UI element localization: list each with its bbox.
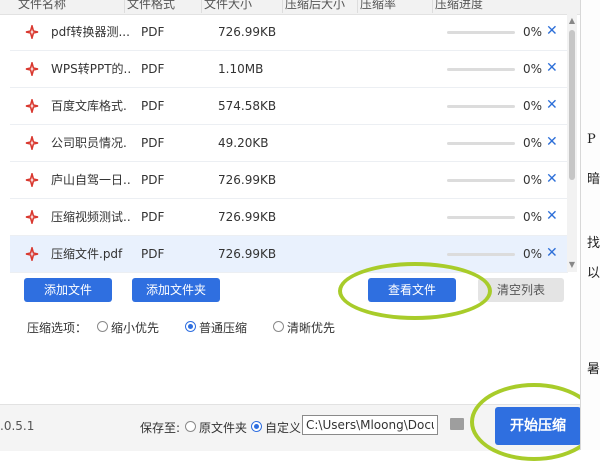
- file-name: 压缩文件.pdf: [51, 247, 123, 261]
- column-compression-progress[interactable]: 压缩进度: [432, 0, 483, 13]
- pdf-icon: [25, 25, 39, 39]
- pdf-icon: [25, 210, 39, 224]
- progress-bar: [447, 216, 515, 219]
- original-folder-label[interactable]: 原文件夹: [199, 419, 247, 436]
- remove-file-close-icon[interactable]: ✕: [546, 134, 558, 150]
- table-row[interactable]: 公司职员情况. PDF 49.20KB 0% ✕: [10, 125, 568, 162]
- doc-text: P: [587, 132, 596, 147]
- file-size: 726.99KB: [218, 247, 277, 261]
- doc-text: 以: [587, 266, 600, 281]
- save-path-input[interactable]: [302, 415, 438, 435]
- progress-bar: [447, 142, 515, 145]
- file-format: PDF: [141, 247, 165, 261]
- progress-percent: 0%: [522, 62, 542, 76]
- file-name: 百度文库格式.: [51, 99, 127, 113]
- progress-bar: [447, 105, 515, 108]
- file-name: 庐山自驾一日...: [51, 173, 131, 187]
- footer-bar: .0.5.1 保存至: 原文件夹 自定义 开始压缩: [0, 404, 581, 451]
- folder-icon[interactable]: [450, 418, 464, 430]
- options-label: 压缩选项：: [27, 321, 88, 335]
- pdf-icon: [25, 136, 39, 150]
- view-file-button[interactable]: 查看文件: [368, 278, 456, 302]
- table-row-selected[interactable]: 压缩文件.pdf PDF 726.99KB 0% ✕: [10, 236, 568, 273]
- file-format: PDF: [141, 25, 165, 39]
- progress-bar: [447, 253, 515, 256]
- doc-text: 暗: [587, 172, 600, 187]
- progress-bar: [447, 68, 515, 71]
- progress-percent: 0%: [522, 136, 542, 150]
- background-document: P 暗 找 以 暑: [580, 0, 600, 450]
- table-row[interactable]: 百度文库格式. PDF 574.58KB 0% ✕: [10, 88, 568, 125]
- pdf-icon: [25, 62, 39, 76]
- remove-file-close-icon[interactable]: ✕: [546, 60, 558, 76]
- radio-smaller-first[interactable]: [97, 321, 108, 332]
- progress-percent: 0%: [522, 173, 542, 187]
- file-format: PDF: [141, 62, 165, 76]
- table-row[interactable]: 压缩视频测试... PDF 726.99KB 0% ✕: [10, 199, 568, 236]
- pdf-compressor-window: 文件名称 文件格式 文件大小 压缩后大小 压缩率 压缩进度 pdf转换器测...…: [0, 0, 598, 461]
- file-size: 726.99KB: [218, 25, 277, 39]
- remove-file-close-icon[interactable]: ✕: [546, 245, 558, 261]
- pdf-icon: [25, 99, 39, 113]
- file-format: PDF: [141, 99, 165, 113]
- option-label[interactable]: 缩小优先: [111, 319, 159, 336]
- progress-percent: 0%: [522, 247, 542, 261]
- column-file-format[interactable]: 文件格式: [124, 0, 175, 13]
- remove-file-close-icon[interactable]: ✕: [546, 208, 558, 224]
- pdf-icon: [25, 247, 39, 261]
- radio-custom-folder[interactable]: [251, 421, 262, 432]
- column-file-name[interactable]: 文件名称: [16, 0, 66, 13]
- start-compress-button[interactable]: 开始压缩: [495, 407, 581, 445]
- progress-bar: [447, 31, 515, 34]
- table-row[interactable]: 庐山自驾一日... PDF 726.99KB 0% ✕: [10, 162, 568, 199]
- progress-percent: 0%: [522, 210, 542, 224]
- file-name: pdf转换器测...: [51, 25, 130, 39]
- progress-percent: 0%: [522, 25, 542, 39]
- radio-original-folder[interactable]: [185, 421, 196, 432]
- file-size: 1.10MB: [218, 62, 264, 76]
- radio-normal[interactable]: [185, 321, 196, 332]
- scrollbar-thumb[interactable]: [569, 30, 575, 180]
- progress-bar: [447, 179, 515, 182]
- radio-clarity-first[interactable]: [273, 321, 284, 332]
- progress-percent: 0%: [522, 99, 542, 113]
- add-file-button[interactable]: 添加文件: [24, 278, 112, 302]
- file-format: PDF: [141, 136, 165, 150]
- remove-file-close-icon[interactable]: ✕: [546, 97, 558, 113]
- custom-folder-label[interactable]: 自定义: [265, 419, 301, 436]
- clear-list-button[interactable]: 清空列表: [478, 278, 564, 302]
- file-size: 49.20KB: [218, 136, 269, 150]
- file-format: PDF: [141, 210, 165, 224]
- scroll-down-icon[interactable]: ▼: [568, 260, 576, 269]
- version-text: .0.5.1: [0, 419, 35, 433]
- doc-text: 暑: [587, 362, 600, 377]
- column-file-size[interactable]: 文件大小: [201, 0, 252, 13]
- remove-file-close-icon[interactable]: ✕: [546, 171, 558, 187]
- file-name: 压缩视频测试...: [51, 210, 131, 224]
- add-folder-button[interactable]: 添加文件夹: [132, 278, 220, 302]
- scroll-up-icon[interactable]: ▲: [568, 16, 576, 25]
- file-size: 726.99KB: [218, 210, 277, 224]
- file-size: 574.58KB: [218, 99, 277, 113]
- list-scrollbar[interactable]: ▲ ▼: [567, 14, 577, 272]
- table-header: 文件名称 文件格式 文件大小 压缩后大小 压缩率 压缩进度: [0, 0, 580, 15]
- option-label[interactable]: 清晰优先: [287, 319, 335, 336]
- table-row[interactable]: pdf转换器测... PDF 726.99KB 0% ✕: [10, 14, 568, 51]
- file-name: 公司职员情况.: [51, 136, 127, 150]
- pdf-icon: [25, 173, 39, 187]
- file-list: pdf转换器测... PDF 726.99KB 0% ✕ WPS转PPT的...…: [10, 14, 568, 273]
- remove-file-close-icon[interactable]: ✕: [546, 23, 558, 39]
- column-compressed-size[interactable]: 压缩后大小: [282, 0, 345, 13]
- option-label[interactable]: 普通压缩: [199, 319, 247, 336]
- save-to-label: 保存至:: [140, 421, 181, 435]
- table-row[interactable]: WPS转PPT的... PDF 1.10MB 0% ✕: [10, 51, 568, 88]
- file-name: WPS转PPT的...: [51, 62, 131, 76]
- doc-text: 找: [587, 236, 600, 251]
- file-format: PDF: [141, 173, 165, 187]
- file-size: 726.99KB: [218, 173, 277, 187]
- column-compression-ratio[interactable]: 压缩率: [357, 0, 396, 13]
